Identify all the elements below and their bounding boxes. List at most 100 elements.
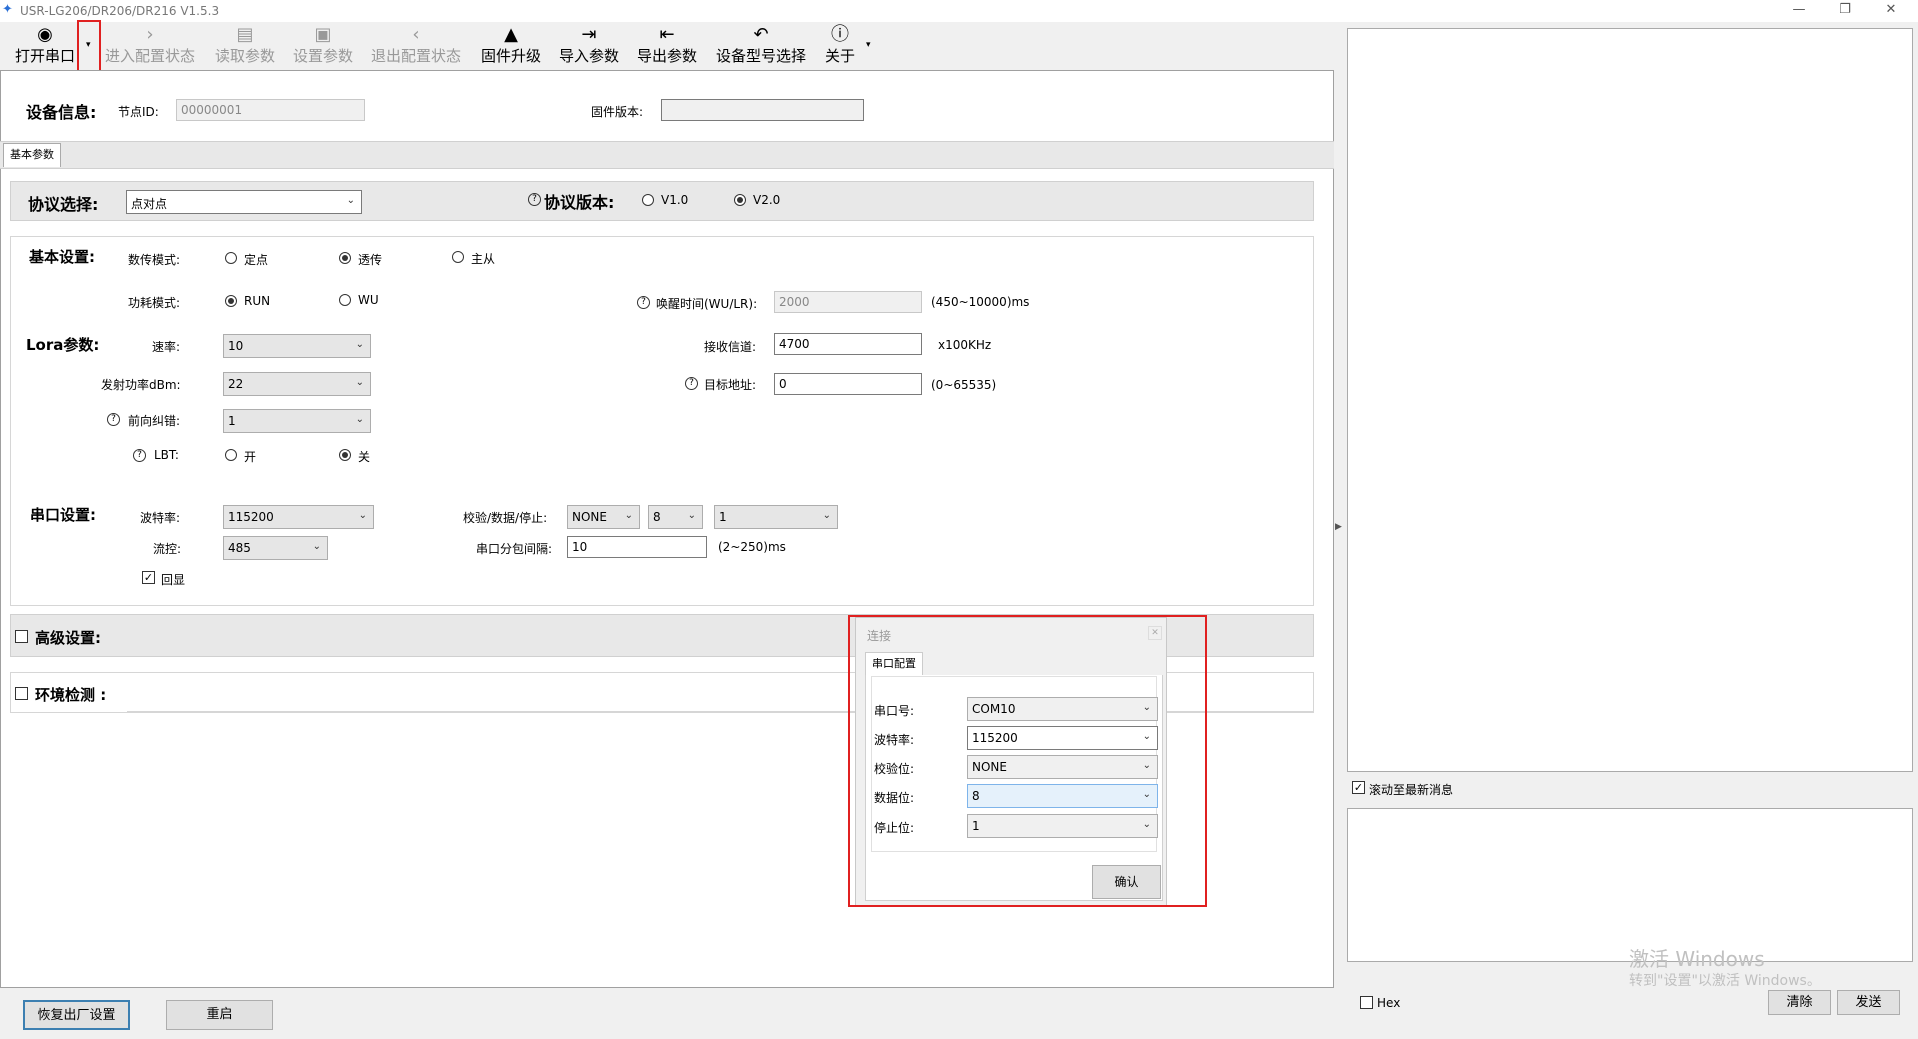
packet-interval-label: 串口分包间隔: [476, 542, 553, 556]
help-icon[interactable]: ? [528, 193, 541, 206]
firmware-version-field [661, 99, 864, 121]
back-arrow-icon: ↶ [753, 24, 769, 45]
tab-strip [0, 141, 1334, 169]
chevron-down-icon: ⌄ [355, 414, 364, 425]
activate-watermark-title: 激活 Windows [1629, 947, 1765, 971]
window-title: USR-LG206/DR206/DR216 V1.5.3 [20, 4, 220, 18]
mode-trans-radio[interactable] [339, 252, 351, 264]
baud-select[interactable]: 115200 ⌄ [223, 505, 374, 529]
protocol-select[interactable]: 点对点 ⌄ [126, 190, 362, 214]
wake-time-field: 2000 [774, 291, 922, 313]
help-icon[interactable]: ? [133, 449, 146, 462]
rx-channel-label: 接收信道: [704, 340, 757, 354]
fec-label: 前向纠错: [128, 414, 181, 428]
env-label: 环境检测 : [35, 686, 107, 704]
app-logo-icon: ✦ [2, 2, 13, 17]
tx-power-value: 22 [228, 377, 244, 391]
chevron-down-icon: ⌄ [687, 510, 696, 521]
exit-config-button[interactable]: ‹ 退出配置状态 [368, 22, 464, 70]
power-run-radio[interactable] [225, 295, 237, 307]
chevron-down-icon: ⌄ [355, 377, 364, 388]
advanced-checkbox[interactable] [15, 630, 28, 643]
fec-select[interactable]: 1 ⌄ [223, 409, 371, 433]
import-button[interactable]: ⇥ 导入参数 [556, 22, 622, 70]
flow-select[interactable]: 485 ⌄ [223, 536, 328, 560]
about-button[interactable]: ⓘ 关于 [820, 22, 860, 70]
mode-trans-label: 透传 [358, 253, 383, 267]
echo-checkbox[interactable]: ✓ [142, 571, 155, 584]
export-icon: ⇤ [659, 24, 675, 45]
chevron-down-icon: ⌄ [822, 510, 831, 521]
send-button[interactable]: 发送 [1837, 990, 1900, 1015]
model-select-button[interactable]: ↶ 设备型号选择 [712, 22, 810, 70]
target-address-range: (0~65535) [931, 378, 997, 392]
dropdown-arrow-icon: ▾ [86, 40, 91, 50]
data-bits-value: 8 [653, 510, 661, 524]
splitter[interactable]: ▶ [1334, 70, 1344, 988]
tx-power-select[interactable]: 22 ⌄ [223, 372, 371, 396]
toolbar: ◉ 打开串口 ▾ › 进入配置状态 ▤ 读取参数 ▣ 设置参数 ‹ 退出配置状态… [0, 20, 1330, 84]
stop-bits-select[interactable]: 1 ⌄ [714, 505, 838, 529]
power-wu-radio[interactable] [339, 294, 351, 306]
info-icon: ⓘ [831, 24, 849, 45]
chevron-right-icon: › [146, 24, 154, 45]
flow-value: 485 [228, 541, 251, 555]
minimize-icon[interactable]: — [1776, 0, 1822, 22]
hex-label: Hex [1377, 996, 1401, 1010]
set-params-button[interactable]: ▣ 设置参数 [290, 22, 356, 70]
clear-button[interactable]: 清除 [1768, 990, 1831, 1015]
protocol-v1-radio[interactable] [642, 194, 654, 206]
lbt-off-label: 关 [358, 450, 371, 464]
parity-select[interactable]: NONE ⌄ [567, 505, 640, 529]
env-checkbox[interactable] [15, 687, 28, 700]
log-output[interactable] [1347, 28, 1913, 772]
mode-fixed-radio[interactable] [225, 252, 237, 264]
toolbar-overflow-icon[interactable]: ▾ [866, 40, 871, 50]
lbt-off-radio[interactable] [339, 449, 351, 461]
location-pin-icon: ◉ [37, 24, 53, 45]
tab-basic-params[interactable]: 基本参数 [3, 143, 61, 167]
mode-fixed-label: 定点 [244, 253, 269, 267]
wake-time-range: (450~10000)ms [931, 295, 1030, 309]
node-id-field[interactable]: 00000001 [176, 99, 365, 121]
help-icon[interactable]: ? [685, 377, 698, 390]
baud-value: 115200 [228, 510, 274, 524]
factory-reset-button[interactable]: 恢复出厂设置 [23, 1000, 130, 1030]
rate-select[interactable]: 10 ⌄ [223, 334, 371, 358]
tx-power-label: 发射功率dBm: [101, 378, 181, 392]
protocol-label: 协议选择: [28, 195, 99, 214]
lbt-on-radio[interactable] [225, 449, 237, 461]
export-button[interactable]: ⇤ 导出参数 [634, 22, 700, 70]
help-icon[interactable]: ? [107, 413, 120, 426]
check-data-stop-label: 校验/数据/停止: [463, 511, 548, 525]
activate-watermark-sub: 转到"设置"以激活 Windows。 [1629, 973, 1821, 989]
target-address-field[interactable]: 0 [774, 373, 922, 395]
save-icon: ▣ [314, 24, 332, 45]
chevron-down-icon: ⌄ [346, 195, 355, 206]
restore-icon[interactable]: ❐ [1822, 0, 1868, 22]
hex-checkbox[interactable] [1360, 996, 1373, 1009]
packet-interval-field[interactable]: 10 [567, 536, 707, 558]
open-port-button[interactable]: ◉ 打开串口 [12, 22, 78, 70]
send-input[interactable] [1347, 808, 1913, 962]
help-icon[interactable]: ? [637, 296, 650, 309]
basic-settings-heading: 基本设置: [29, 248, 95, 266]
parity-value: NONE [572, 510, 607, 524]
mode-ms-radio[interactable] [452, 251, 464, 263]
data-bits-select[interactable]: 8 ⌄ [648, 505, 703, 529]
read-params-button[interactable]: ▤ 读取参数 [212, 22, 278, 70]
rx-channel-field[interactable]: 4700 [774, 333, 922, 355]
chevron-down-icon: ⌄ [355, 339, 364, 350]
protocol-v2-radio[interactable] [734, 194, 746, 206]
mode-label: 数传模式: [128, 253, 181, 267]
enter-config-button[interactable]: › 进入配置状态 [102, 22, 198, 70]
flow-label: 流控: [153, 542, 182, 556]
scroll-latest-checkbox[interactable]: ✓ [1352, 781, 1365, 794]
advanced-label: 高级设置: [35, 629, 101, 647]
close-icon[interactable]: ✕ [1868, 0, 1914, 22]
packet-interval-range: (2~250)ms [718, 540, 786, 554]
firmware-version-label: 固件版本: [591, 105, 644, 119]
restart-button[interactable]: 重启 [166, 1000, 273, 1030]
firmware-button[interactable]: ▲ 固件升级 [478, 22, 544, 70]
scroll-latest-label: 滚动至最新消息 [1369, 783, 1454, 797]
